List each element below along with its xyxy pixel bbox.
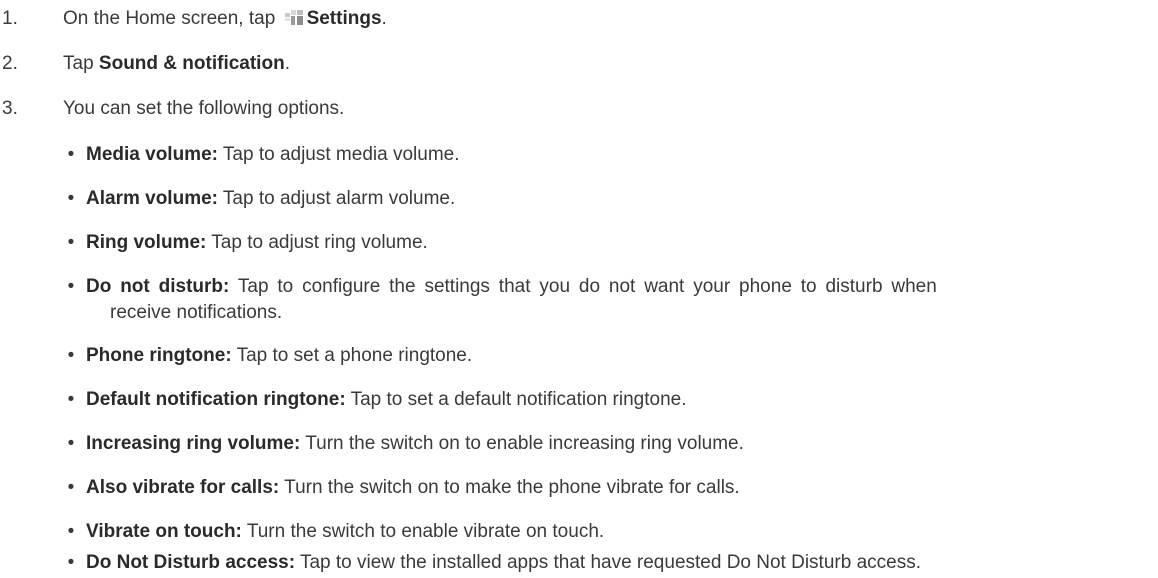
- settings-app-icon: [284, 7, 305, 27]
- option-name: Increasing ring volume:: [86, 433, 301, 454]
- sound-notification-label: Sound & notification: [98, 53, 285, 74]
- bullet-icon: •: [67, 232, 75, 253]
- step-text: Tap Sound & notification.: [63, 53, 290, 74]
- option-description: Tap to adjust media volume.: [217, 144, 460, 165]
- bullet-icon: •: [67, 477, 75, 498]
- option-name: Default notification ringtone:: [86, 389, 346, 410]
- option-name: Media volume:: [86, 144, 218, 165]
- option-name: Alarm volume:: [86, 188, 218, 209]
- bullet-icon: •: [67, 345, 75, 366]
- step-number: 2.: [2, 53, 18, 74]
- option-name: Phone ringtone:: [86, 345, 232, 366]
- instruction-document: 1. On the Home screen, tap Settings. 2. …: [0, 0, 1158, 578]
- bullet-icon: •: [67, 552, 75, 573]
- option-name: Ring volume:: [86, 232, 207, 253]
- option-name: Vibrate on touch:: [86, 521, 242, 542]
- option-description: Tap to adjust alarm volume.: [217, 188, 456, 209]
- option-description-continued: receive notifications.: [110, 302, 283, 323]
- step-text: You can set the following options.: [63, 98, 345, 119]
- step-number: 1.: [2, 8, 18, 29]
- option-description: Turn the switch on to enable increasing …: [300, 433, 744, 454]
- bullet-icon: •: [67, 433, 75, 454]
- option-description: Turn the switch to enable vibrate on tou…: [241, 521, 605, 542]
- step-number: 3.: [2, 98, 18, 119]
- bullet-icon: •: [67, 276, 75, 297]
- option-description: Tap to adjust ring volume.: [206, 232, 428, 253]
- bullet-icon: •: [67, 389, 75, 410]
- option-name: Do Not Disturb access:: [86, 552, 296, 573]
- option-description: Tap to set a default notification ringto…: [345, 389, 687, 410]
- option-description: Tap to set a phone ringtone.: [231, 345, 473, 366]
- bullet-icon: •: [67, 144, 75, 165]
- option-description: Turn the switch on to make the phone vib…: [279, 477, 740, 498]
- list-item: • Do not disturb: Tap to configure the s…: [66, 274, 1156, 326]
- bullet-icon: •: [67, 188, 75, 209]
- option-description: Tap to view the installed apps that have…: [295, 552, 921, 573]
- option-name: Also vibrate for calls:: [86, 477, 280, 498]
- option-description: Tap to configure the settings that you d…: [229, 276, 937, 297]
- option-name: Do not disturb:: [86, 276, 230, 297]
- settings-label: Settings: [306, 8, 382, 29]
- bullet-icon: •: [67, 521, 75, 542]
- step-text: On the Home screen, tap Settings.: [63, 7, 387, 29]
